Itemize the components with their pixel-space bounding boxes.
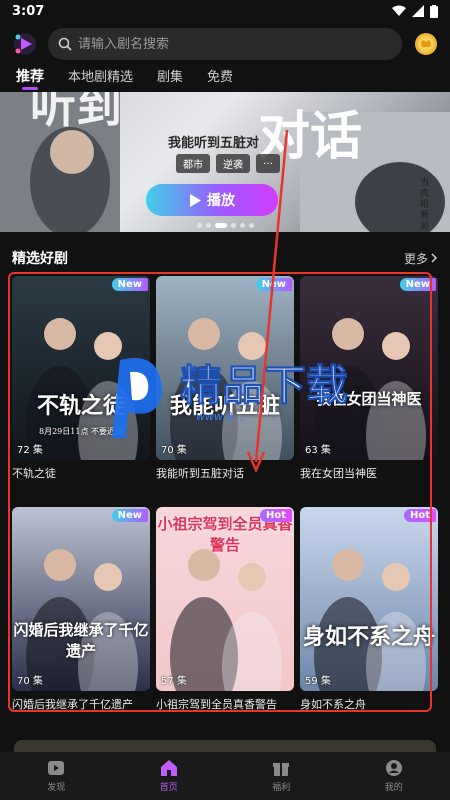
banner-title: 我能听到五脏对 [168, 136, 260, 151]
nav-profile-label: 我的 [384, 783, 403, 793]
play-square-icon [48, 761, 65, 775]
more-link-label: 更多 [403, 251, 428, 266]
status-bar: 3:07 [0, 0, 450, 22]
chevron-right-icon [431, 253, 438, 263]
tab-free[interactable]: 免费 [207, 66, 233, 92]
tab-recommended[interactable]: 推荐 [16, 66, 44, 92]
profile-icon [385, 760, 402, 776]
more-link[interactable]: 更多 [404, 250, 438, 267]
section-header: 精选好剧 更多 [12, 248, 438, 268]
banner-tags: 都市 逆袭 … [176, 154, 280, 173]
app-logo-icon[interactable] [12, 31, 38, 57]
play-button-label: 播放 [207, 193, 235, 209]
nav-profile[interactable]: 我的 [338, 752, 450, 800]
play-icon [190, 193, 201, 207]
home-icon [160, 760, 177, 776]
status-icons [392, 4, 438, 18]
search-icon [58, 37, 72, 51]
nav-home-label: 首页 [159, 783, 178, 793]
search-input[interactable] [78, 36, 392, 52]
bottom-nav: 发现 首页 福利 我的 [0, 752, 450, 800]
tab-local-picks[interactable]: 本地剧精选 [68, 66, 133, 92]
nav-welfare[interactable]: 福利 [225, 752, 338, 800]
category-tabs: 推荐 本地剧精选 剧集 免费 [0, 66, 450, 92]
banner-tag: … [256, 154, 280, 173]
coin-icon[interactable] [414, 32, 438, 56]
nav-discover-label: 发现 [47, 783, 66, 793]
signal-icon [412, 5, 424, 17]
banner-pagination [0, 223, 450, 228]
play-button[interactable]: 播放 [146, 184, 278, 216]
battery-icon [430, 4, 438, 18]
banner-art-text-top: 听到 [30, 92, 122, 133]
gift-icon [273, 763, 290, 776]
nav-home[interactable]: 首页 [113, 752, 226, 800]
annotation-frame [8, 272, 432, 712]
hero-banner[interactable]: 听到 对话 当肉眼看到治疗真相 我能听到五脏对 都市 逆袭 … 播放 [0, 92, 450, 232]
status-time: 3:07 [12, 3, 45, 19]
section-title: 精选好剧 [12, 251, 68, 267]
top-bar [0, 26, 450, 62]
search-box[interactable] [48, 28, 402, 60]
wifi-icon [392, 5, 406, 16]
banner-tag: 都市 [176, 154, 210, 173]
tab-series[interactable]: 剧集 [157, 66, 183, 92]
nav-welfare-label: 福利 [272, 783, 291, 793]
banner-tag: 逆袭 [216, 154, 250, 173]
nav-discover[interactable]: 发现 [0, 752, 113, 800]
